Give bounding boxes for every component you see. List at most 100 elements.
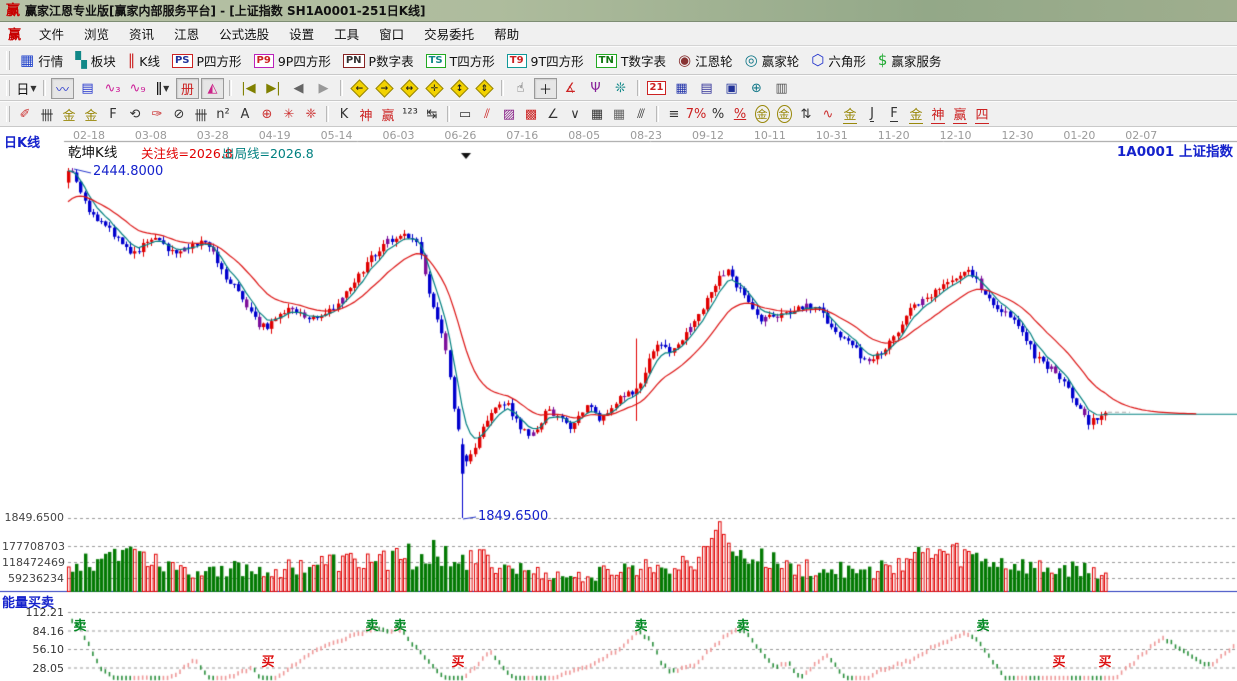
calendar-icon[interactable]: 21 bbox=[645, 78, 668, 99]
prev-page-icon[interactable]: ◀ bbox=[287, 78, 310, 99]
expand-h-icon[interactable]: ↔ bbox=[398, 78, 421, 99]
toolbar-button-p-table[interactable]: PN P数字表 bbox=[337, 49, 420, 72]
menu-item-0[interactable]: 文件 bbox=[29, 21, 74, 46]
wave-a-icon[interactable]: ∿ bbox=[818, 104, 838, 125]
period-selector-icon-dropdown-arrow[interactable]: ▼ bbox=[30, 84, 36, 93]
gold-ruler2-icon[interactable]: 金 bbox=[81, 104, 101, 125]
shift-left-icon[interactable]: ← bbox=[348, 78, 371, 99]
toolbar-grip[interactable] bbox=[6, 105, 10, 123]
toolbar-button-p-square[interactable]: PS P四方形 bbox=[166, 49, 248, 72]
color-kline-icon[interactable]: ◭ bbox=[201, 77, 224, 99]
chart-overview-icon[interactable]: 〰 bbox=[51, 77, 74, 99]
expand-v-icon[interactable]: ↕ bbox=[448, 78, 471, 99]
spiral-icon[interactable]: ⟲ bbox=[125, 104, 145, 125]
toolbar-button-9t-square[interactable]: T9 9T四方形 bbox=[501, 49, 590, 72]
toolbar-grip[interactable] bbox=[6, 79, 10, 97]
toolbar-button-quotes[interactable]: ▦ 行情 bbox=[14, 49, 69, 72]
pan-hand-icon[interactable]: ☝ bbox=[509, 78, 532, 99]
star-web-icon[interactable]: ✳ bbox=[279, 104, 299, 125]
toolbar-button-kline[interactable]: ∥ K线 bbox=[122, 49, 166, 72]
shen-ruler-icon[interactable]: 神 bbox=[356, 104, 376, 125]
brush-updown-icon[interactable]: ⇅ bbox=[796, 104, 816, 125]
boxed-web-icon[interactable]: ❈ bbox=[301, 104, 321, 125]
tick-ruler-icon[interactable]: 卌 bbox=[37, 104, 57, 125]
shen-angle-icon[interactable]: 神 bbox=[928, 104, 948, 125]
ying-ruler-icon[interactable]: 赢 bbox=[378, 104, 398, 125]
period-selector-icon[interactable]: 日 ▼ bbox=[15, 78, 38, 99]
menu-item-4[interactable]: 公式选股 bbox=[209, 21, 279, 46]
grid-shift-icon[interactable]: ▦ bbox=[609, 104, 629, 125]
si-angle-icon[interactable]: 四 bbox=[972, 104, 992, 125]
ray-fan-icon[interactable]: ⫽ bbox=[477, 104, 497, 125]
toolbar-grip[interactable] bbox=[6, 51, 10, 70]
fit-screen-icon[interactable]: ⇕ bbox=[473, 78, 496, 99]
toolbar-button-t-table[interactable]: TN T数字表 bbox=[590, 49, 672, 72]
zigzag-icon[interactable]: ∨ bbox=[565, 104, 585, 125]
calculator-icon[interactable]: ▦ bbox=[670, 78, 693, 99]
shift-right-icon[interactable]: → bbox=[373, 78, 396, 99]
toolbar-button-hexagon[interactable]: ⬡ 六角形 bbox=[805, 49, 872, 72]
toolbar-button-sectors[interactable]: ▚ 板块 bbox=[69, 49, 122, 72]
crosshair-icon[interactable]: ＋ bbox=[534, 77, 557, 99]
next-page-icon[interactable]: ▶ bbox=[312, 78, 335, 99]
candle-style-icon-dropdown-arrow[interactable]: ▼ bbox=[163, 84, 169, 93]
save-icon[interactable]: ▣ bbox=[720, 78, 743, 99]
eraser-knife-icon[interactable]: ✐ bbox=[15, 104, 35, 125]
target-icon[interactable]: ⊕ bbox=[257, 104, 277, 125]
menu-item-7[interactable]: 窗口 bbox=[369, 21, 414, 46]
comb-icon[interactable]: 卌 bbox=[191, 104, 211, 125]
toolbar-button-t-square[interactable]: TS T四方形 bbox=[420, 49, 501, 72]
percent7-icon[interactable]: 7% bbox=[686, 104, 707, 125]
j-angle-icon[interactable]: J bbox=[862, 104, 882, 125]
menu-item-1[interactable]: 浏览 bbox=[74, 21, 119, 46]
toolbar-button-winner-wheel[interactable]: ◎ 赢家轮 bbox=[739, 49, 806, 72]
candle-style-icon[interactable]: ǁ ▼ bbox=[151, 78, 174, 99]
gann-kline-icon[interactable]: 册 bbox=[176, 77, 199, 99]
price-count-icon[interactable]: ≡ bbox=[664, 104, 684, 125]
rect-tool-icon[interactable]: ▭ bbox=[455, 104, 475, 125]
gold-circle2-icon[interactable]: 金 bbox=[774, 104, 794, 125]
n2-cycle-icon[interactable]: n² bbox=[213, 104, 233, 125]
angle-rays-icon[interactable]: ∠ bbox=[543, 104, 563, 125]
neural-icon[interactable]: ❊ bbox=[609, 78, 632, 99]
gann-tool-icon[interactable]: Ψ bbox=[584, 78, 607, 99]
cycle-clock-icon[interactable]: ⊘ bbox=[169, 104, 189, 125]
info-panel-icon[interactable]: ▤ bbox=[76, 78, 99, 99]
menu-item-9[interactable]: 帮助 bbox=[484, 21, 529, 46]
gold-angle-icon[interactable]: 金 bbox=[906, 104, 926, 125]
last-page-icon[interactable]: ▶| bbox=[262, 78, 285, 99]
text-tool-icon[interactable]: A bbox=[235, 104, 255, 125]
compress-icon[interactable]: ✛ bbox=[423, 78, 446, 99]
toolbar-button-9p-square[interactable]: P9 9P四方形 bbox=[248, 49, 337, 72]
percent-line-icon[interactable]: % bbox=[730, 104, 750, 125]
k-count-icon[interactable]: K bbox=[334, 104, 354, 125]
wave-3-icon[interactable]: ∿₃ bbox=[101, 78, 124, 99]
menu-item-8[interactable]: 交易委托 bbox=[414, 21, 484, 46]
f-angle-icon[interactable]: F bbox=[884, 104, 904, 125]
parallel-lines-icon[interactable]: ⫻ bbox=[631, 104, 651, 125]
gold-circle-icon[interactable]: 金 bbox=[752, 104, 772, 125]
chart-area[interactable]: 日K线 乾坤K线 关注线=2026.8 出局线=2026.8 1A0001 上证… bbox=[0, 127, 1237, 681]
boxed-fan-icon[interactable]: ▨ bbox=[499, 104, 519, 125]
period-label[interactable]: 日K线 bbox=[4, 132, 40, 151]
ruler-123-icon[interactable]: ¹²³ bbox=[400, 104, 420, 125]
wave-9-icon[interactable]: ∿₉ bbox=[126, 78, 149, 99]
gold-line-icon[interactable]: 金 bbox=[840, 104, 860, 125]
print-icon[interactable]: ▥ bbox=[770, 78, 793, 99]
menu-item-6[interactable]: 工具 bbox=[324, 21, 369, 46]
first-page-icon[interactable]: |◀ bbox=[237, 78, 260, 99]
boxed-fan2-icon[interactable]: ▩ bbox=[521, 104, 541, 125]
knife2-icon[interactable]: ✑ bbox=[147, 104, 167, 125]
notes-icon[interactable]: ▤ bbox=[695, 78, 718, 99]
grid-icon[interactable]: ▦ bbox=[587, 104, 607, 125]
gold-ruler-icon[interactable]: 金 bbox=[59, 104, 79, 125]
angle-measure-icon[interactable]: ∡ bbox=[559, 78, 582, 99]
kline-chart-canvas[interactable] bbox=[0, 127, 1237, 681]
ying-angle-icon[interactable]: 赢 bbox=[950, 104, 970, 125]
fib-ruler-icon[interactable]: F bbox=[103, 104, 123, 125]
menu-item-3[interactable]: 江恩 bbox=[164, 21, 209, 46]
toolbar-button-winner-service[interactable]: $ 赢家服务 bbox=[872, 49, 948, 72]
web-update-icon[interactable]: ⊕ bbox=[745, 78, 768, 99]
toolbar-button-gann-wheel[interactable]: ◉ 江恩轮 bbox=[672, 49, 739, 72]
menu-item-2[interactable]: 资讯 bbox=[119, 21, 164, 46]
